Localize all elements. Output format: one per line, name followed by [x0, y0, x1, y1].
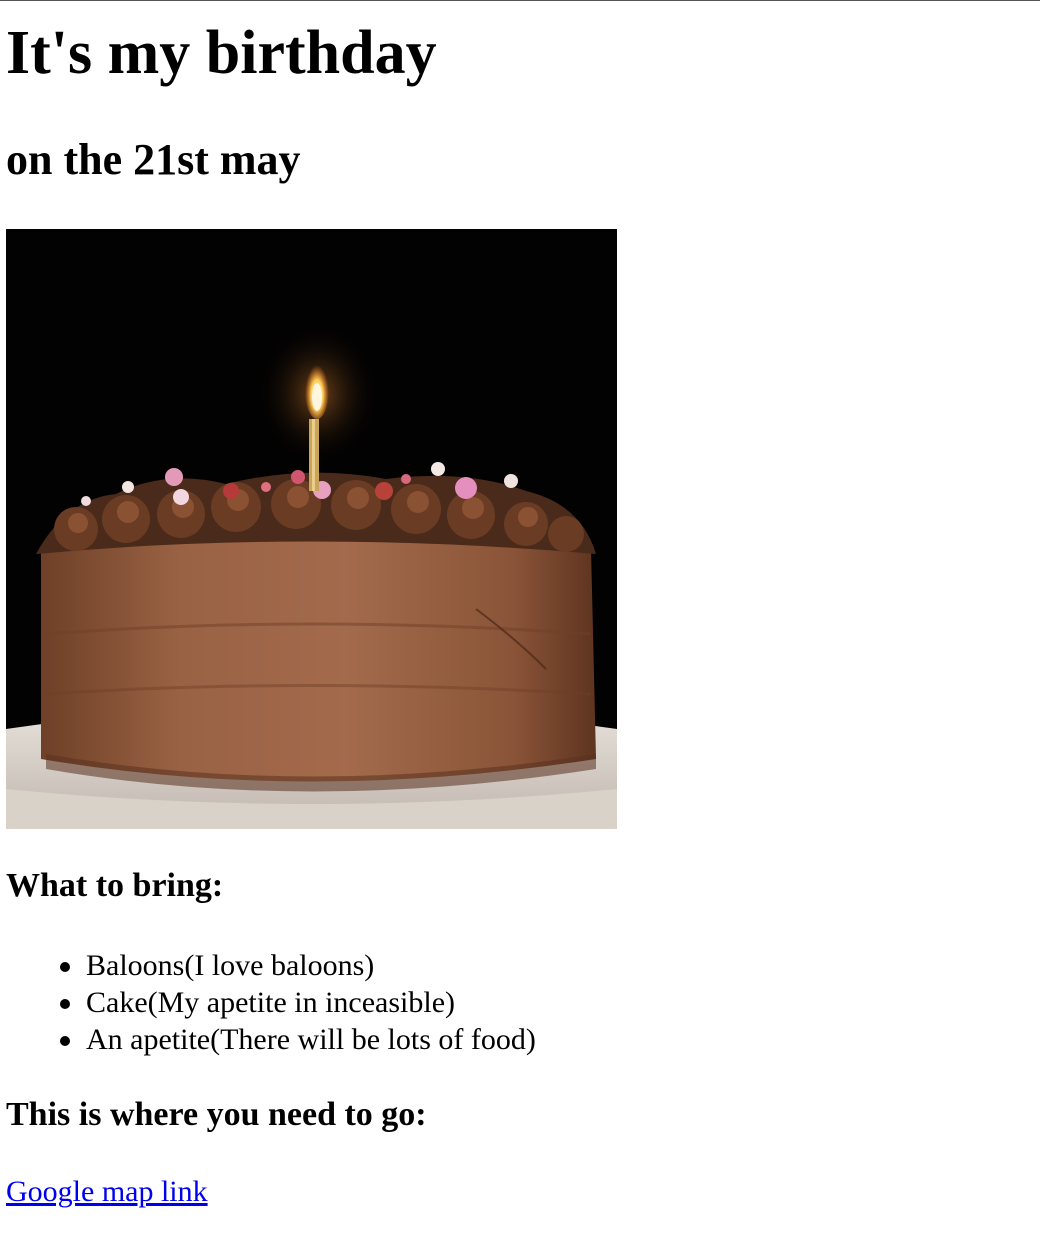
list-item-text: Cake(My apetite in inceasible) [86, 986, 456, 1019]
list-item: Cake(My apetite in inceasible) [60, 984, 536, 1021]
list-item-text: Baloons(I love baloons) [86, 949, 375, 982]
bullet-icon [60, 962, 70, 972]
list-item: An apetite(There will be lots of food) [60, 1021, 536, 1058]
birthday-cake-image [6, 229, 617, 829]
bullet-icon [60, 1036, 70, 1046]
what-to-bring-heading: What to bring: [6, 867, 224, 904]
page-title: It's my birthday [6, 19, 437, 87]
list-item: Baloons(I love baloons) [60, 947, 536, 984]
page-subtitle: on the 21st may [6, 135, 301, 184]
top-divider [0, 0, 1040, 1]
google-map-link[interactable]: Google map link [6, 1174, 208, 1210]
list-item-text: An apetite(There will be lots of food) [86, 1023, 536, 1056]
bullet-icon [60, 999, 70, 1009]
bring-list: Baloons(I love baloons) Cake(My apetite … [6, 947, 536, 1058]
location-heading: This is where you need to go: [6, 1096, 427, 1133]
